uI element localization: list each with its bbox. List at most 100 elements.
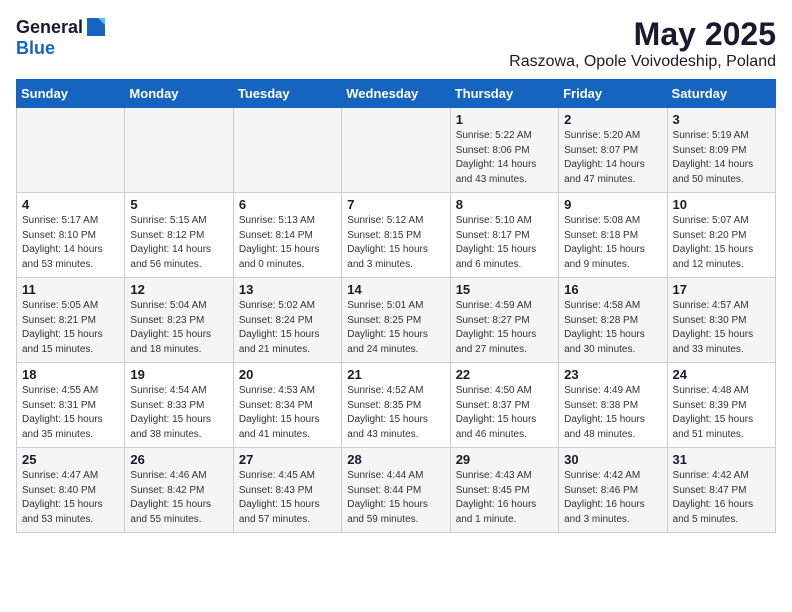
calendar-cell: 18Sunrise: 4:55 AM Sunset: 8:31 PM Dayli… bbox=[17, 363, 125, 448]
calendar-week-row: 25 Sunrise: 4:47 AM Sunset: 8:40 PM Dayli… bbox=[17, 448, 776, 533]
day-info: Sunrise: 4:49 AM Sunset: 8:38 PM Dayligh… bbox=[564, 384, 661, 442]
day-info: Sunrise: 5:12 AM Sunset: 8:15 PM Dayligh… bbox=[347, 214, 444, 272]
logo: General Blue bbox=[16, 16, 107, 59]
day-info: Sunrise: 5:08 AM Sunset: 8:18 PM Dayligh… bbox=[564, 214, 661, 272]
calendar-week-row: 11 Sunrise: 5:05 AM Sunset: 8:21 PM Dayli… bbox=[17, 278, 776, 363]
calendar-cell: 11 Sunrise: 5:05 AM Sunset: 8:21 PM Dayli… bbox=[17, 278, 125, 363]
calendar-cell: 19Sunrise: 4:54 AM Sunset: 8:33 PM Dayli… bbox=[125, 363, 233, 448]
day-number: 4 bbox=[22, 197, 119, 212]
calendar-cell: 4 Sunrise: 5:17 AM Sunset: 8:10 PM Daylig… bbox=[17, 193, 125, 278]
day-number: 24 bbox=[673, 367, 770, 382]
weekday-header-row: SundayMondayTuesdayWednesdayThursdayFrid… bbox=[17, 80, 776, 108]
day-info: Sunrise: 5:07 AM Sunset: 8:20 PM Dayligh… bbox=[673, 214, 770, 272]
calendar-cell: 10 Sunrise: 5:07 AM Sunset: 8:20 PM Dayli… bbox=[667, 193, 775, 278]
day-info: Sunrise: 4:54 AM Sunset: 8:33 PM Dayligh… bbox=[130, 384, 227, 442]
title-section: May 2025 Raszowa, Opole Voivodeship, Pol… bbox=[509, 16, 776, 71]
day-info: Sunrise: 5:01 AM Sunset: 8:25 PM Dayligh… bbox=[347, 299, 444, 357]
day-number: 28 bbox=[347, 452, 444, 467]
day-info: Sunrise: 4:59 AM Sunset: 8:27 PM Dayligh… bbox=[456, 299, 553, 357]
day-number: 29 bbox=[456, 452, 553, 467]
day-number: 7 bbox=[347, 197, 444, 212]
day-info: Sunrise: 5:15 AM Sunset: 8:12 PM Dayligh… bbox=[130, 214, 227, 272]
calendar-week-row: 4 Sunrise: 5:17 AM Sunset: 8:10 PM Daylig… bbox=[17, 193, 776, 278]
day-number: 1 bbox=[456, 112, 553, 127]
day-info: Sunrise: 5:05 AM Sunset: 8:21 PM Dayligh… bbox=[22, 299, 119, 357]
day-info: Sunrise: 4:50 AM Sunset: 8:37 PM Dayligh… bbox=[456, 384, 553, 442]
day-number: 3 bbox=[673, 112, 770, 127]
weekday-header-thursday: Thursday bbox=[450, 80, 558, 108]
calendar-title: May 2025 bbox=[509, 16, 776, 53]
day-info: Sunrise: 4:47 AM Sunset: 8:40 PM Dayligh… bbox=[22, 469, 119, 527]
day-number: 26 bbox=[130, 452, 227, 467]
calendar-cell: 24 Sunrise: 4:48 AM Sunset: 8:39 PM Dayli… bbox=[667, 363, 775, 448]
weekday-header-sunday: Sunday bbox=[17, 80, 125, 108]
calendar-cell bbox=[125, 108, 233, 193]
weekday-header-friday: Friday bbox=[559, 80, 667, 108]
day-number: 22 bbox=[456, 367, 553, 382]
logo-icon bbox=[85, 16, 107, 38]
day-info: Sunrise: 5:04 AM Sunset: 8:23 PM Dayligh… bbox=[130, 299, 227, 357]
day-number: 18 bbox=[22, 367, 119, 382]
calendar-cell: 21 Sunrise: 4:52 AM Sunset: 8:35 PM Dayli… bbox=[342, 363, 450, 448]
calendar-cell: 16Sunrise: 4:58 AM Sunset: 8:28 PM Dayli… bbox=[559, 278, 667, 363]
calendar-week-row: 1 Sunrise: 5:22 AM Sunset: 8:06 PM Daylig… bbox=[17, 108, 776, 193]
day-number: 6 bbox=[239, 197, 336, 212]
calendar-cell: 9 Sunrise: 5:08 AM Sunset: 8:18 PM Daylig… bbox=[559, 193, 667, 278]
calendar-cell: 2Sunrise: 5:20 AM Sunset: 8:07 PM Daylig… bbox=[559, 108, 667, 193]
day-number: 13 bbox=[239, 282, 336, 297]
calendar-cell bbox=[233, 108, 341, 193]
day-number: 15 bbox=[456, 282, 553, 297]
day-info: Sunrise: 5:17 AM Sunset: 8:10 PM Dayligh… bbox=[22, 214, 119, 272]
day-info: Sunrise: 4:52 AM Sunset: 8:35 PM Dayligh… bbox=[347, 384, 444, 442]
day-number: 30 bbox=[564, 452, 661, 467]
day-info: Sunrise: 4:42 AM Sunset: 8:47 PM Dayligh… bbox=[673, 469, 770, 527]
calendar-cell: 15 Sunrise: 4:59 AM Sunset: 8:27 PM Dayli… bbox=[450, 278, 558, 363]
calendar-cell: 28Sunrise: 4:44 AM Sunset: 8:44 PM Dayli… bbox=[342, 448, 450, 533]
calendar-cell: 7 Sunrise: 5:12 AM Sunset: 8:15 PM Daylig… bbox=[342, 193, 450, 278]
calendar-cell: 26 Sunrise: 4:46 AM Sunset: 8:42 PM Dayli… bbox=[125, 448, 233, 533]
calendar-cell: 30 Sunrise: 4:42 AM Sunset: 8:46 PM Dayli… bbox=[559, 448, 667, 533]
weekday-header-saturday: Saturday bbox=[667, 80, 775, 108]
calendar-cell: 23 Sunrise: 4:49 AM Sunset: 8:38 PM Dayli… bbox=[559, 363, 667, 448]
day-info: Sunrise: 4:43 AM Sunset: 8:45 PM Dayligh… bbox=[456, 469, 553, 527]
day-info: Sunrise: 5:10 AM Sunset: 8:17 PM Dayligh… bbox=[456, 214, 553, 272]
weekday-header-wednesday: Wednesday bbox=[342, 80, 450, 108]
day-info: Sunrise: 4:48 AM Sunset: 8:39 PM Dayligh… bbox=[673, 384, 770, 442]
logo-blue-text: Blue bbox=[16, 38, 55, 58]
calendar-cell bbox=[17, 108, 125, 193]
day-number: 8 bbox=[456, 197, 553, 212]
day-info: Sunrise: 5:19 AM Sunset: 8:09 PM Dayligh… bbox=[673, 129, 770, 187]
day-info: Sunrise: 4:46 AM Sunset: 8:42 PM Dayligh… bbox=[130, 469, 227, 527]
day-number: 12 bbox=[130, 282, 227, 297]
calendar-cell: 22 Sunrise: 4:50 AM Sunset: 8:37 PM Dayli… bbox=[450, 363, 558, 448]
day-info: Sunrise: 5:13 AM Sunset: 8:14 PM Dayligh… bbox=[239, 214, 336, 272]
calendar-cell: 3 Sunrise: 5:19 AM Sunset: 8:09 PM Daylig… bbox=[667, 108, 775, 193]
calendar-week-row: 18Sunrise: 4:55 AM Sunset: 8:31 PM Dayli… bbox=[17, 363, 776, 448]
day-number: 17 bbox=[673, 282, 770, 297]
calendar-cell: 5Sunrise: 5:15 AM Sunset: 8:12 PM Daylig… bbox=[125, 193, 233, 278]
day-number: 20 bbox=[239, 367, 336, 382]
day-info: Sunrise: 4:45 AM Sunset: 8:43 PM Dayligh… bbox=[239, 469, 336, 527]
day-number: 9 bbox=[564, 197, 661, 212]
day-info: Sunrise: 5:22 AM Sunset: 8:06 PM Dayligh… bbox=[456, 129, 553, 187]
calendar-cell: 1 Sunrise: 5:22 AM Sunset: 8:06 PM Daylig… bbox=[450, 108, 558, 193]
day-number: 23 bbox=[564, 367, 661, 382]
day-number: 31 bbox=[673, 452, 770, 467]
day-info: Sunrise: 5:02 AM Sunset: 8:24 PM Dayligh… bbox=[239, 299, 336, 357]
calendar-cell: 8 Sunrise: 5:10 AM Sunset: 8:17 PM Daylig… bbox=[450, 193, 558, 278]
day-info: Sunrise: 4:42 AM Sunset: 8:46 PM Dayligh… bbox=[564, 469, 661, 527]
calendar-cell bbox=[342, 108, 450, 193]
calendar-cell: 27Sunrise: 4:45 AM Sunset: 8:43 PM Dayli… bbox=[233, 448, 341, 533]
weekday-header-tuesday: Tuesday bbox=[233, 80, 341, 108]
day-number: 21 bbox=[347, 367, 444, 382]
day-info: Sunrise: 5:20 AM Sunset: 8:07 PM Dayligh… bbox=[564, 129, 661, 187]
calendar-table: SundayMondayTuesdayWednesdayThursdayFrid… bbox=[16, 79, 776, 533]
day-info: Sunrise: 4:58 AM Sunset: 8:28 PM Dayligh… bbox=[564, 299, 661, 357]
day-number: 11 bbox=[22, 282, 119, 297]
calendar-subtitle: Raszowa, Opole Voivodeship, Poland bbox=[509, 53, 776, 71]
day-number: 25 bbox=[22, 452, 119, 467]
calendar-cell: 6 Sunrise: 5:13 AM Sunset: 8:14 PM Daylig… bbox=[233, 193, 341, 278]
calendar-cell: 14Sunrise: 5:01 AM Sunset: 8:25 PM Dayli… bbox=[342, 278, 450, 363]
day-number: 10 bbox=[673, 197, 770, 212]
calendar-cell: 12 Sunrise: 5:04 AM Sunset: 8:23 PM Dayli… bbox=[125, 278, 233, 363]
